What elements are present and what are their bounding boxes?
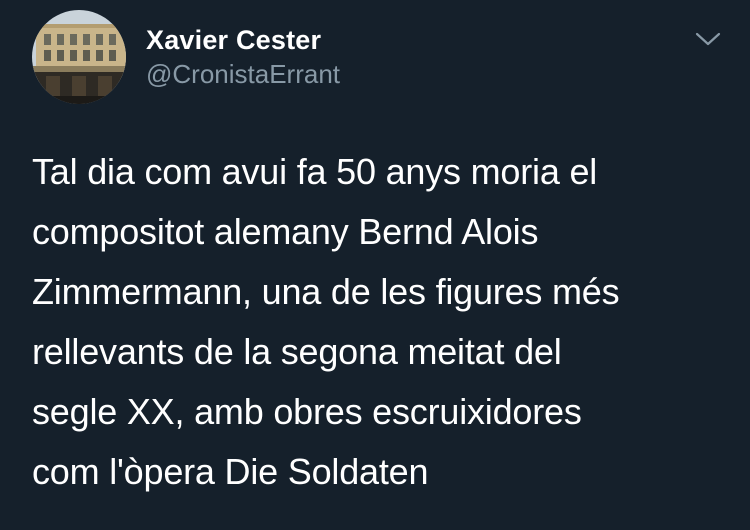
display-name[interactable]: Xavier Cester [146, 24, 321, 56]
tweet-text: Tal dia com avui fa 50 anys moria el com… [32, 142, 732, 502]
tweet: Xavier Cester @CronistaErrant Tal dia co… [0, 0, 750, 530]
tweet-text-line: compositot alemany Bernd Alois [32, 211, 539, 252]
avatar[interactable] [32, 10, 126, 104]
tweet-text-line: segle XX, amb obres escruixidores [32, 391, 582, 432]
tweet-text-line: Tal dia com avui fa 50 anys moria el [32, 151, 598, 192]
user-handle[interactable]: @CronistaErrant [146, 58, 340, 90]
building-facade-photo [32, 10, 126, 104]
chevron-down-icon[interactable] [690, 24, 726, 54]
tweet-text-line: com l'òpera Die Soldaten [32, 451, 429, 492]
tweet-text-line: Zimmermann, una de les figures més [32, 271, 620, 312]
tweet-text-line: rellevants de la segona meitat del [32, 331, 562, 372]
